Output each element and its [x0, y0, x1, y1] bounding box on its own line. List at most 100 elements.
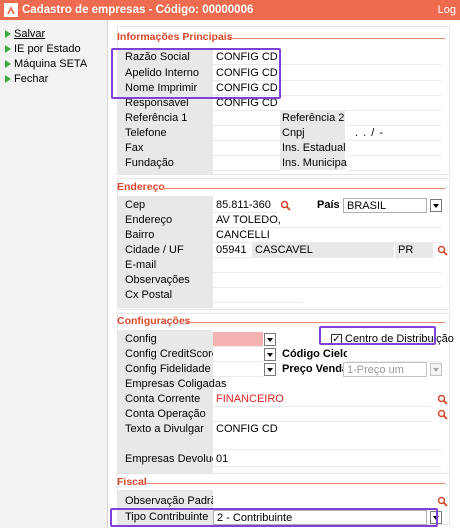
fundacao-row: Fundação Ins. Municipal — [117, 156, 450, 171]
creditscore-dropdown-icon[interactable] — [264, 348, 276, 361]
sidebar-item-fechar[interactable]: Fechar — [0, 71, 107, 86]
referencia-2-field[interactable] — [347, 111, 441, 126]
fax-row: Fax Ins. Estadual — [117, 141, 450, 156]
fundacao-label: Fundação — [125, 157, 174, 169]
fax-field[interactable] — [213, 141, 280, 156]
cidade-uf-label: Cidade / UF — [125, 244, 184, 256]
empresas-coligadas-label: Empresas Coligadas — [125, 378, 227, 390]
cidade-code-field[interactable]: 05941 — [213, 243, 251, 258]
sidebar-item-salvar[interactable]: Salvar — [0, 26, 107, 41]
preco-venda-select: 1-Preço um — [343, 362, 427, 377]
obs-padrao-row: Observação Padrão — [117, 494, 450, 509]
observacao-padrao-field[interactable] — [213, 494, 431, 509]
section-divider — [225, 38, 445, 39]
endereco-row: Endereço AV TOLEDO, — [117, 213, 450, 228]
fidelidade-label: Config Fidelidade — [125, 363, 211, 375]
preco-venda-dropdown-icon — [430, 363, 442, 376]
email-row: E-mail — [117, 258, 450, 273]
coligadas-row: Empresas Coligadas — [117, 377, 450, 392]
conta-corrente-field[interactable]: FINANCEIRO — [213, 392, 431, 407]
pais-label: País — [317, 199, 340, 211]
conta-operacao-field[interactable] — [213, 407, 431, 422]
observacoes-row: Observações — [117, 273, 450, 288]
telefone-field[interactable] — [213, 126, 280, 141]
referencia-1-label: Referência 1 — [125, 112, 188, 124]
sidebar-item-maquina-seta[interactable]: Máquina SETA — [0, 56, 107, 71]
search-icon[interactable] — [437, 394, 448, 405]
endereco-label: Endereço — [125, 214, 173, 226]
conta-corrente-row: Conta Corrente FINANCEIRO — [117, 392, 450, 407]
conta-operacao-label: Conta Operação — [125, 408, 206, 420]
highlight-box-names — [111, 48, 281, 99]
sidebar-item-label: IE por Estado — [14, 42, 81, 55]
section-title-configuracoes: Configurações — [117, 315, 191, 327]
creditscore-select[interactable] — [213, 347, 263, 362]
section-divider — [186, 322, 445, 323]
cx-postal-label: Cx Postal — [125, 289, 173, 301]
cidade-name-field: CASCAVEL — [252, 243, 394, 258]
observacao-padrao-label: Observação Padrão — [125, 495, 223, 507]
config-select[interactable] — [213, 332, 263, 347]
cep-field[interactable]: 85.811-360 — [213, 198, 277, 213]
pais-select[interactable]: BRASIL — [343, 198, 427, 213]
sidebar: Salvar IE por Estado Máquina SETA Fechar — [0, 20, 108, 528]
highlight-box-tipo-contribuinte — [110, 508, 438, 527]
sidebar-item-label: Máquina SETA — [14, 57, 88, 70]
conta-corrente-label: Conta Corrente — [125, 393, 201, 405]
creditscore-row: Config CreditScore Código Cielo — [117, 347, 450, 362]
referencia-1-field[interactable] — [213, 111, 280, 126]
creditscore-label: Config CreditScore — [125, 348, 218, 360]
referencia-2-label: Referência 2 — [282, 112, 345, 124]
observacoes-field[interactable] — [213, 273, 441, 288]
fidelidade-row: Config Fidelidade Preço Venda 1-Preço um — [117, 362, 450, 377]
bairro-field[interactable]: CANCELLI — [213, 228, 441, 243]
config-dropdown-icon[interactable] — [264, 333, 276, 346]
main-form: Informações Principais Razão Social CONF… — [108, 20, 460, 528]
observacoes-label: Observações — [125, 274, 190, 286]
title-bar: Cadastro de empresas - Código: 00000006 … — [0, 0, 460, 20]
ins-municipal-label: Ins. Municipal — [282, 157, 350, 169]
telefone-label: Telefone — [125, 127, 167, 139]
config-label: Config — [125, 333, 157, 345]
section-divider — [163, 188, 445, 189]
cx-postal-field[interactable] — [213, 288, 303, 303]
highlight-box-centro — [319, 326, 436, 345]
email-field[interactable] — [213, 258, 441, 273]
play-icon — [5, 74, 11, 83]
cx-postal-row: Cx Postal — [117, 288, 450, 303]
cep-row: Cep 85.811-360 País BRASIL — [117, 198, 450, 213]
ins-estadual-field[interactable] — [347, 141, 441, 156]
fidelidade-dropdown-icon[interactable] — [264, 363, 276, 376]
search-icon[interactable] — [280, 200, 291, 211]
search-icon[interactable] — [437, 496, 448, 507]
empresas-devolucoes-field[interactable]: 01 — [213, 452, 441, 467]
section-title-endereco: Endereço — [117, 181, 165, 193]
ins-municipal-field[interactable] — [347, 156, 441, 171]
texto-divulgar-field[interactable]: CONFIG CD — [213, 422, 441, 450]
cidade-row: Cidade / UF 05941 CASCAVEL PR — [117, 243, 450, 258]
sidebar-item-ie-por-estado[interactable]: IE por Estado — [0, 41, 107, 56]
search-icon[interactable] — [437, 409, 448, 420]
section-title-informacoes: Informações Principais — [117, 31, 233, 43]
section-divider — [144, 483, 445, 484]
texto-divulgar-row: Texto a Divulgar CONFIG CD — [117, 422, 450, 452]
search-icon[interactable] — [437, 245, 448, 256]
fidelidade-select[interactable] — [213, 362, 263, 377]
bairro-label: Bairro — [125, 229, 155, 241]
app-logo-icon — [2, 1, 20, 19]
codigo-cielo-label: Código Cielo — [282, 348, 350, 360]
fundacao-field[interactable] — [213, 156, 280, 171]
telefone-row: Telefone Cnpj . . / - — [117, 126, 450, 141]
conta-operacao-row: Conta Operação — [117, 407, 450, 422]
window-title: Cadastro de empresas - Código: 00000006 — [22, 4, 254, 16]
sidebar-item-label: Salvar — [14, 27, 46, 40]
pais-dropdown-icon[interactable] — [430, 199, 442, 212]
ins-estadual-label: Ins. Estadual — [282, 142, 346, 154]
log-link[interactable]: Log — [438, 4, 456, 16]
play-icon — [5, 44, 11, 53]
cnpj-field[interactable]: . . / - — [347, 126, 441, 141]
codigo-cielo-field[interactable] — [347, 347, 441, 362]
endereco-field[interactable]: AV TOLEDO, — [213, 213, 441, 228]
devolucoes-row: Empresas Devoluções 01 — [117, 452, 450, 467]
section-title-fiscal: Fiscal — [117, 476, 147, 488]
